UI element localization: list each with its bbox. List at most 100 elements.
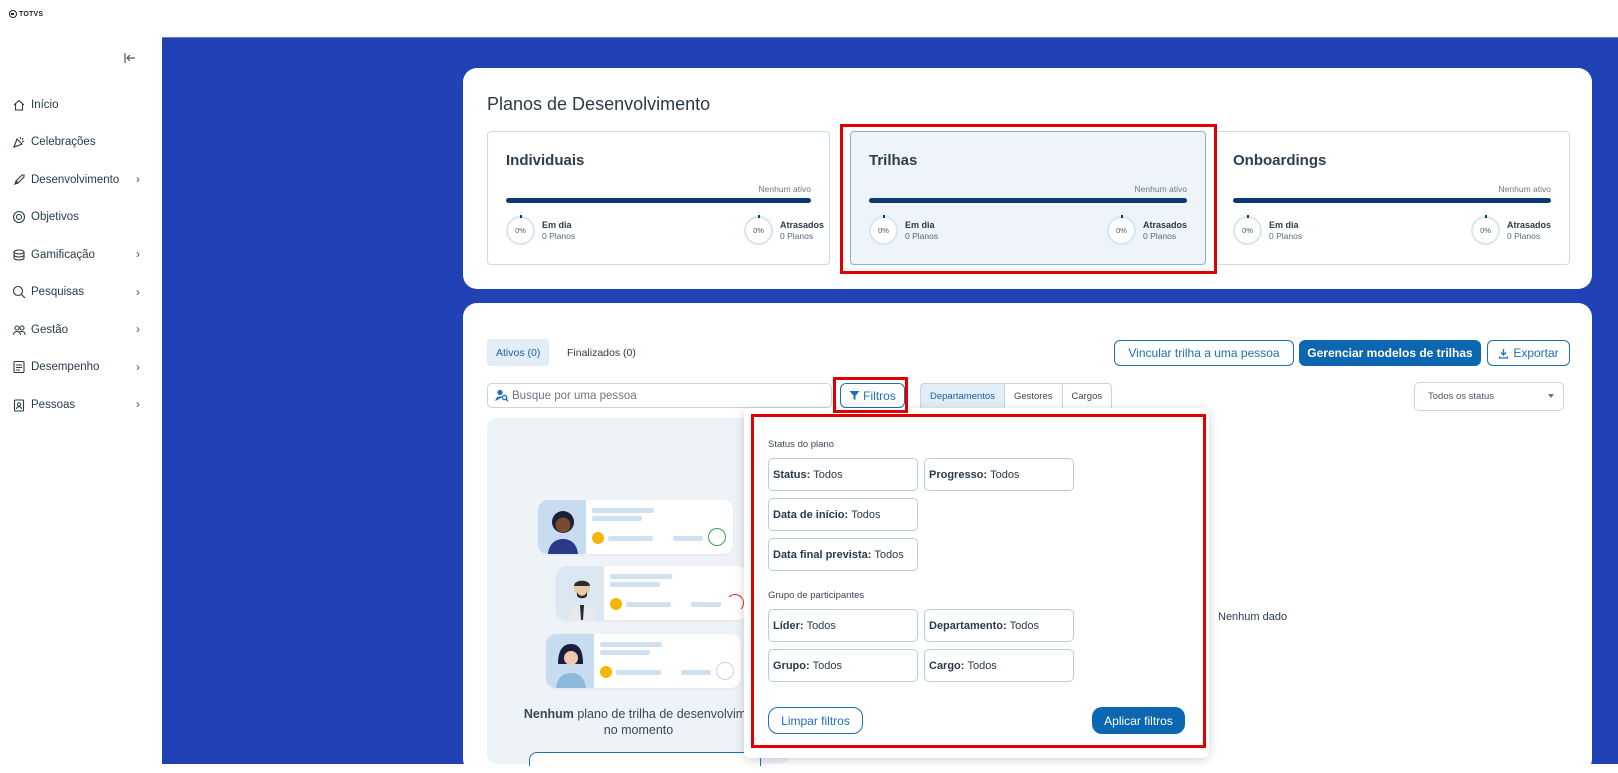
progress-ring: 0% (506, 215, 535, 245)
chip-label: Status: (773, 468, 811, 481)
metric-sub: 0 Planos (1269, 230, 1303, 241)
placeholder-line (691, 602, 721, 607)
search-chart-icon (11, 285, 26, 300)
sidebar-item-label: Objetivos (31, 211, 79, 224)
empty-state-bold: Nenhum (523, 707, 574, 721)
checklist-icon (11, 360, 26, 375)
totvs-logo-icon (9, 10, 17, 18)
placeholder-line (610, 574, 672, 579)
plan-progress-bar (869, 198, 1187, 203)
chip-label: Líder: (773, 619, 804, 632)
sidebar-item-gamificacao[interactable]: Gamificação › (0, 236, 162, 274)
progress-ring-icon (708, 528, 726, 546)
segment-gestores[interactable]: Gestores (1003, 384, 1062, 409)
sidebar-item-label: Pessoas (31, 398, 76, 411)
filter-chip-progresso[interactable]: Progresso: Todos (924, 458, 1074, 491)
export-button[interactable]: Exportar (1487, 340, 1570, 366)
plan-title: Trilhas (869, 152, 918, 169)
sidebar-item-inicio[interactable]: Início (0, 86, 162, 124)
metric-em-dia: 0% Em dia 0 Planos (506, 215, 576, 245)
chip-label: Departamento: (929, 619, 1007, 632)
sidebar-item-pesquisas[interactable]: Pesquisas › (0, 274, 162, 312)
dropdown-caret-icon (1548, 394, 1554, 398)
filter-chip-lider[interactable]: Líder: Todos (768, 609, 918, 642)
filter-chip-grupo[interactable]: Grupo: Todos (768, 649, 918, 682)
filter-chip-departamento[interactable]: Departamento: Todos (924, 609, 1074, 642)
status-select-value: Todos os status (1428, 391, 1495, 402)
clear-filters-button[interactable]: Limpar filtros (768, 707, 863, 734)
id-badge-icon (11, 397, 26, 412)
sidebar-item-pessoas[interactable]: Pessoas › (0, 386, 162, 424)
plan-status: Nenhum ativo (1134, 184, 1187, 194)
metric-atrasados: 0% Atrasados 0 Planos (1471, 215, 1552, 245)
manage-models-button[interactable]: Gerenciar modelos de trilhas (1299, 340, 1481, 366)
placeholder-line (616, 670, 661, 675)
progress-ring: 0% (1233, 215, 1262, 245)
placeholder-line (592, 508, 654, 513)
placeholder-line (600, 642, 662, 647)
chip-label: Data final prevista: (773, 548, 872, 561)
tab-ativos[interactable]: Ativos (0) (487, 339, 550, 366)
apply-filters-button[interactable]: Aplicar filtros (1092, 707, 1185, 734)
filter-chip-cargo[interactable]: Cargo: Todos (924, 649, 1074, 682)
metric-sub: 0 Planos (542, 230, 576, 241)
segment-cargos[interactable]: Cargos (1061, 384, 1112, 409)
clear-filters-label: Limpar filtros (781, 713, 850, 728)
empty-state-line2: no momento (603, 723, 674, 737)
placeholder-line (626, 602, 671, 607)
progress-ring: 0% (1107, 215, 1136, 245)
metric-label: Atrasados (1507, 219, 1552, 230)
placeholder-line (610, 582, 660, 587)
chevron-right-icon: › (136, 284, 140, 299)
target-icon (11, 210, 26, 225)
metric-sub: 0 Planos (1143, 230, 1177, 241)
sidebar-item-label: Celebrações (31, 136, 96, 149)
party-popper-icon (11, 135, 26, 150)
link-trail-button[interactable]: Vincular trilha a uma pessoa (1114, 340, 1294, 366)
chip-label: Progresso: (929, 468, 988, 481)
plan-title: Onboardings (1233, 152, 1327, 169)
plan-status: Nenhum ativo (1498, 184, 1551, 194)
search-input[interactable] (512, 389, 812, 402)
sidebar-item-objetivos[interactable]: Objetivos (0, 199, 162, 237)
chevron-right-icon: › (136, 172, 140, 186)
totvs-logo[interactable]: TOTVS (9, 10, 43, 18)
filter-chip-data-inicio[interactable]: Data de início: Todos (768, 498, 918, 531)
tab-finalizados[interactable]: Finalizados (0) (558, 339, 645, 366)
plan-box-onboardings[interactable]: Onboardings Nenhum ativo 0% Em dia 0 Plan… (1214, 131, 1570, 265)
metric-label: Atrasados (1143, 219, 1188, 230)
collapse-sidebar-icon[interactable] (124, 52, 136, 67)
placeholder-line (673, 536, 703, 541)
filter-chip-status[interactable]: Status: Todos (768, 458, 918, 491)
download-icon (1498, 348, 1509, 359)
sidebar-nav: Início Celebrações Desenvolvimento › Obj… (0, 86, 162, 424)
plan-box-trilhas[interactable]: Trilhas Nenhum ativo 0% Em dia 0 Planos 0… (850, 131, 1206, 265)
sidebar-item-desempenho[interactable]: Desempenho › (0, 349, 162, 387)
metric-em-dia: 0% Em dia 0 Planos (869, 215, 938, 245)
sidebar-item-celebracoes[interactable]: Celebrações (0, 124, 162, 162)
search-field[interactable] (487, 383, 832, 408)
progress-ring: 0% (744, 215, 773, 245)
chevron-right-icon: › (136, 322, 140, 336)
empty-state-rest: plano de trilha de desenvolvime (573, 707, 754, 721)
placeholder-line (681, 670, 711, 675)
chip-value: Todos (813, 468, 843, 481)
sidebar-item-gestao[interactable]: Gestão › (0, 311, 162, 349)
coins-icon (11, 247, 26, 262)
person-avatar-icon (556, 566, 604, 620)
filters-button[interactable]: Filtros (840, 383, 905, 408)
metric-atrasados: 0% Atrasados 0 Planos (744, 215, 824, 245)
plan-box-individuais[interactable]: Individuais Nenhum ativo 0% Em dia 0 Plan… (487, 131, 830, 265)
chip-label: Grupo: (773, 659, 810, 672)
person-avatar-icon (546, 634, 594, 688)
sidebar-item-desenvolvimento[interactable]: Desenvolvimento › (0, 161, 162, 199)
section-group-title: Grupo de participantes (768, 590, 865, 601)
chevron-right-icon: › (136, 247, 140, 261)
segment-departamentos[interactable]: Departamentos (921, 384, 1004, 409)
filter-chip-data-final[interactable]: Data final prevista: Todos (768, 538, 918, 571)
chip-label: Data de início: (773, 508, 849, 521)
progress-ring-icon (726, 594, 744, 612)
chip-value: Todos (1009, 619, 1039, 632)
sidebar: TOTVS Início Celebrações Desenvolvimento… (0, 0, 162, 764)
status-select[interactable]: Todos os status (1414, 382, 1564, 411)
